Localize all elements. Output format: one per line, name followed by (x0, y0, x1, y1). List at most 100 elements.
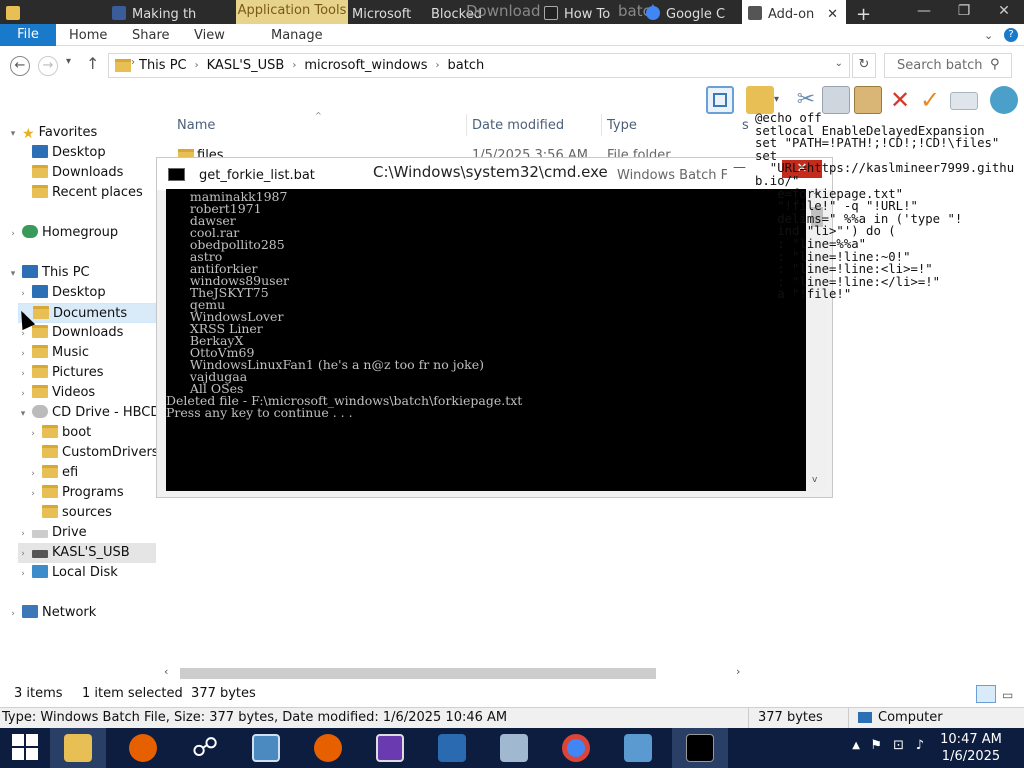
rename-icon[interactable] (950, 92, 978, 110)
scroll-thumb[interactable] (180, 668, 656, 679)
tab-file[interactable]: File (0, 24, 56, 46)
close-icon[interactable]: ✕ (984, 0, 1024, 24)
chrome-icon (646, 6, 660, 20)
tab-view[interactable]: View (194, 24, 225, 48)
cmd-title-bar[interactable]: get_forkie_list.bat C:\Windows\system32\… (157, 158, 832, 190)
flag-icon[interactable]: ⚑ (870, 738, 882, 753)
cmd-minimize-icon[interactable]: — (733, 160, 746, 175)
tab-manage[interactable]: Manage (271, 24, 323, 48)
ribbon-expand-icon[interactable]: ⌄ (984, 24, 993, 48)
scroll-down-icon[interactable]: v (812, 475, 817, 485)
browser-tab-strip: Making th Application Tools Microsoft Bl… (0, 0, 1024, 24)
properties-folder-icon[interactable] (746, 86, 774, 114)
nav-pc-downloads[interactable]: › Downloads (18, 323, 123, 343)
network-icon[interactable]: ⊡ (893, 738, 904, 753)
scroll-left-icon[interactable]: ‹ (164, 665, 168, 678)
browser-tab[interactable]: Microsoft (346, 0, 420, 24)
download-overlay-text: Download (466, 2, 541, 20)
ribbon-tabs: File Home Share View Manage ⌄ ? (0, 24, 1024, 46)
nav-homegroup[interactable]: › Homegroup (8, 223, 118, 243)
nav-customdrivers[interactable]: CustomDrivers (38, 443, 159, 463)
dropdown-arrow-icon[interactable]: ▾ (774, 86, 786, 114)
refresh-button[interactable]: ↻ (852, 53, 876, 78)
scroll-right-icon[interactable]: › (736, 665, 740, 678)
nav-pc-desktop[interactable]: › Desktop (18, 283, 106, 303)
close-tab-icon[interactable]: ✕ (827, 0, 838, 24)
selected-file-name: get_forkie_list.bat (199, 168, 315, 183)
nav-videos[interactable]: › Videos (18, 383, 95, 403)
taskbar-firefox-2[interactable] (300, 728, 356, 768)
nav-pictures[interactable]: › Pictures (18, 363, 103, 383)
new-tab-icon[interactable]: + (850, 0, 874, 24)
nav-drive[interactable]: › Drive (18, 523, 86, 543)
column-type[interactable]: Type (607, 118, 637, 133)
nav-downloads[interactable]: Downloads (28, 163, 123, 183)
nav-pc-documents[interactable]: › Documents (18, 303, 156, 323)
volume-icon[interactable]: ♪ (916, 738, 924, 753)
tab-home[interactable]: Home (69, 24, 107, 48)
cut-icon[interactable]: ✂ (792, 86, 820, 114)
details-bar: Type: Windows Batch File, Size: 377 byte… (0, 707, 1024, 728)
recent-locations-icon[interactable]: ▾ (66, 56, 71, 67)
start-button[interactable] (0, 728, 50, 768)
taskbar-app[interactable]: ☍ (177, 728, 233, 768)
nav-network[interactable]: › Network (8, 603, 96, 623)
restore-icon[interactable]: ❐ (944, 0, 984, 24)
nav-this-pc[interactable]: ▾ This PC (8, 263, 90, 283)
back-button[interactable]: ← (10, 56, 30, 76)
breadcrumb-usb[interactable]: KASL'S_USB (207, 58, 285, 73)
nav-sources[interactable]: sources (38, 503, 112, 523)
taskbar-control-panel[interactable] (610, 728, 666, 768)
browser-tab-active[interactable]: Add-on ✕ (742, 0, 846, 24)
taskbar-file-explorer[interactable] (50, 728, 106, 768)
taskbar-chrome[interactable] (548, 728, 604, 768)
large-icons-view-icon[interactable]: ▭ (1002, 685, 1020, 703)
clock-date[interactable]: 1/6/2025 (938, 749, 1004, 764)
taskbar-cmd[interactable] (672, 728, 728, 768)
address-bar[interactable]: › This PC › KASL'S_USB › microsoft_windows… (108, 53, 850, 78)
show-hidden-icons-icon[interactable]: ▲ (852, 740, 860, 751)
nav-recent-places[interactable]: Recent places (28, 183, 143, 203)
address-dropdown-icon[interactable]: ⌄ (835, 58, 843, 69)
cmd-console[interactable]: maminakk1987 robert1971 dawser cool.rar … (166, 189, 806, 491)
up-button[interactable]: ↑ (86, 54, 99, 73)
nav-boot[interactable]: › boot (28, 423, 91, 443)
delete-icon[interactable]: ✕ (886, 86, 914, 114)
nav-local-disk[interactable]: › Local Disk (18, 563, 118, 583)
breadcrumb-batch[interactable]: batch (448, 58, 485, 73)
taskbar-powershell[interactable] (424, 728, 480, 768)
column-name[interactable]: Name (177, 118, 215, 133)
tab-share[interactable]: Share (132, 24, 170, 48)
copy-icon[interactable] (822, 86, 850, 114)
nav-music[interactable]: › Music (18, 343, 89, 363)
clock-time[interactable]: 10:47 AM (938, 732, 1004, 747)
details-view-icon[interactable] (976, 685, 996, 703)
globe-icon[interactable] (990, 86, 1018, 114)
checkmark-icon[interactable]: ✓ (916, 86, 944, 114)
horizontal-scrollbar[interactable]: ‹ › (160, 664, 750, 682)
nav-desktop[interactable]: Desktop (28, 143, 106, 163)
taskbar-firefox[interactable] (115, 728, 171, 768)
nav-efi[interactable]: › efi (28, 463, 78, 483)
preview-pane-icon[interactable] (706, 86, 734, 114)
nav-usb[interactable]: › KASL'S_USB (18, 543, 156, 563)
breadcrumb-this-pc[interactable]: This PC (139, 58, 187, 73)
browser-tab[interactable]: Google C (640, 0, 740, 24)
paste-icon[interactable] (854, 86, 882, 114)
application-tools-label: Application Tools (236, 0, 348, 24)
nav-cd-drive[interactable]: ▾ CD Drive - HBCD_ (18, 403, 167, 423)
nav-programs[interactable]: › Programs (28, 483, 124, 503)
taskbar-app[interactable] (486, 728, 542, 768)
taskbar-app[interactable] (238, 728, 294, 768)
taskbar-app[interactable] (362, 728, 418, 768)
help-icon[interactable]: ? (1004, 28, 1018, 42)
cmd-window[interactable]: get_forkie_list.bat C:\Windows\system32\… (156, 157, 833, 498)
column-date-modified[interactable]: Date modified (472, 118, 564, 133)
runner-icon: ☍ (191, 733, 219, 763)
breadcrumb-microsoft-windows[interactable]: microsoft_windows (304, 58, 427, 73)
forward-button[interactable]: → (38, 56, 58, 76)
tab-file-explorer[interactable] (0, 0, 100, 24)
nav-favorites[interactable]: ▾ ★ Favorites (8, 123, 98, 143)
minimize-icon[interactable]: — (904, 0, 944, 24)
browser-tab[interactable]: Making th (106, 0, 218, 24)
